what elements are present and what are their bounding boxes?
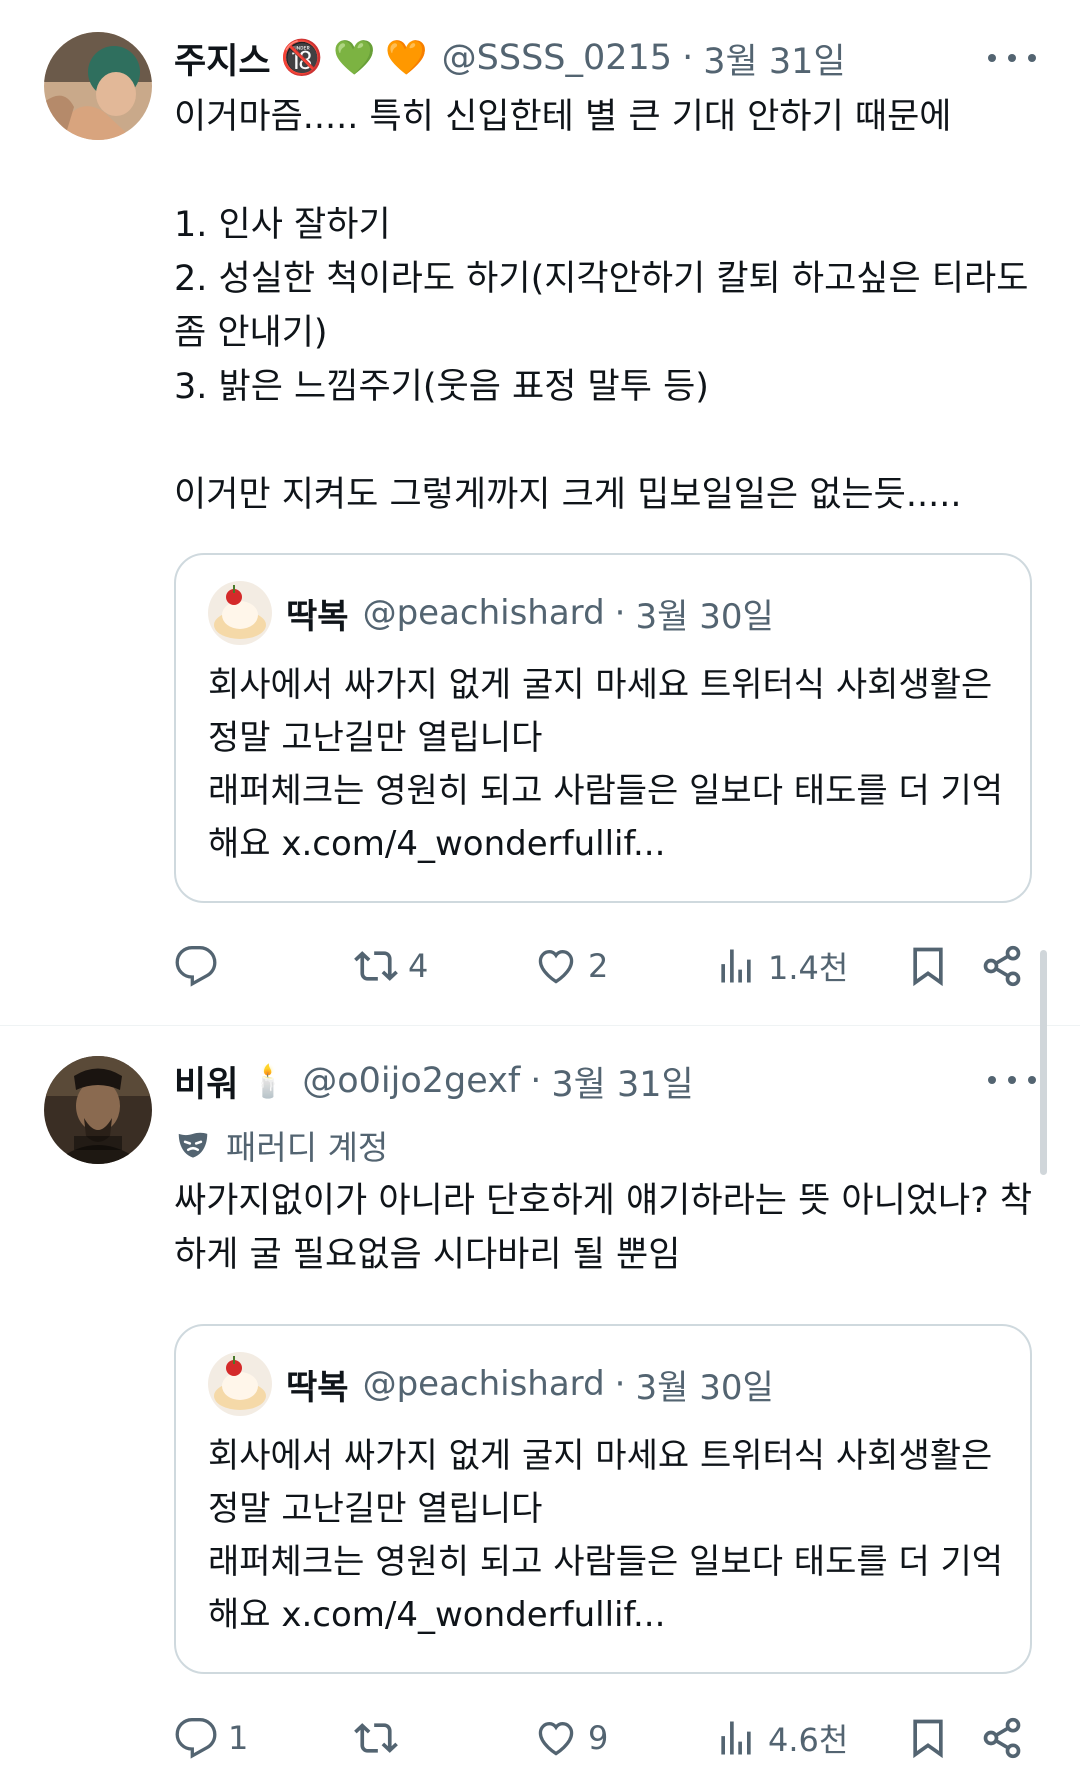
bookmark-button[interactable] [906, 1708, 950, 1768]
views-count: 1.4천 [768, 949, 849, 987]
quoted-user-handle: @peachishard [362, 593, 605, 633]
candle-emoji: 🕯️ [248, 1062, 289, 1100]
quoted-display-name: 딱복 [286, 1367, 349, 1408]
scrollbar[interactable] [1040, 950, 1047, 1175]
tweet[interactable]: 주지스 🔞 💚 🧡 @SSSS_0215 · 3월 31일 이거마즘..... … [0, 0, 1080, 1025]
reply-button[interactable] [174, 936, 228, 996]
orange-heart-emoji: 🧡 [385, 38, 428, 78]
separator-dot: · [530, 1061, 542, 1101]
share-icon [983, 945, 1021, 987]
quoted-tweet[interactable]: 딱복 @peachishard · 3월 30일 회사에서 싸가지 없게 굴지 … [174, 1324, 1032, 1674]
tweet-text: 싸가지없이가 아니라 단호하게 얘기하라는 뜻 아니었나? 착하게 굴 필요없음… [174, 1181, 1033, 1275]
quoted-tweet[interactable]: 딱복 @peachishard · 3월 30일 회사에서 싸가지 없게 굴지 … [174, 553, 1032, 903]
views-icon [721, 1721, 751, 1755]
more-icon[interactable] [988, 46, 1036, 70]
reply-count: 1 [228, 1719, 249, 1757]
retweet-button[interactable] [354, 1708, 408, 1768]
parody-label-text: 패러디 계정 [226, 1128, 389, 1167]
bookmark-button[interactable] [906, 936, 950, 996]
tweet-actions: 1 9 4.6천 [174, 1708, 1034, 1768]
quoted-tweet-header: 딱복 @peachishard · 3월 30일 [208, 1352, 774, 1416]
like-count: 9 [588, 1719, 609, 1757]
tweet-header: 주지스 🔞 💚 🧡 @SSSS_0215 · 3월 31일 [174, 33, 846, 83]
views-button[interactable]: 4.6천 [714, 1708, 848, 1768]
retweet-icon [354, 951, 398, 981]
heart-icon [538, 1722, 574, 1756]
like-button[interactable]: 9 [534, 1708, 608, 1768]
reply-button[interactable]: 1 [174, 1708, 248, 1768]
display-name[interactable]: 주지스 [174, 33, 271, 84]
separator-dot: · [614, 593, 626, 633]
parody-label: 패러디 계정 [174, 1120, 388, 1170]
views-count: 4.6천 [768, 1721, 849, 1759]
avatar[interactable] [44, 1056, 152, 1164]
user-handle[interactable]: @o0ijo2gexf [302, 1061, 520, 1101]
like-button[interactable]: 2 [534, 936, 608, 996]
share-button[interactable] [980, 1708, 1024, 1768]
reply-icon [175, 1718, 217, 1759]
views-icon [721, 949, 751, 983]
bookmark-icon [913, 947, 943, 987]
quoted-user-handle: @peachishard [362, 1364, 605, 1404]
retweet-count: 4 [408, 947, 429, 985]
quoted-avatar [208, 581, 272, 645]
quoted-tweet-date: 3월 30일 [635, 596, 774, 637]
quoted-tweet-text: 회사에서 싸가지 없게 굴지 마세요 트위터식 사회생활은 정말 고난길만 열립… [208, 1436, 1004, 1635]
tweet-date[interactable]: 3월 31일 [551, 1056, 693, 1107]
separator-dot: · [682, 38, 694, 78]
share-icon [983, 1717, 1021, 1759]
display-name[interactable]: 비워 [174, 1056, 238, 1107]
retweet-button[interactable]: 4 [354, 936, 428, 996]
tweet-text: 이거마즘..... 특히 신입한테 별 큰 기대 안하기 때문에 1. 인사 잘… [174, 97, 1029, 515]
adult-badge-emoji: 🔞 [280, 38, 323, 78]
quoted-display-name: 딱복 [286, 596, 349, 637]
tweet-date[interactable]: 3월 31일 [703, 33, 845, 84]
views-button[interactable]: 1.4천 [714, 936, 848, 996]
quoted-tweet-text: 회사에서 싸가지 없게 굴지 마세요 트위터식 사회생활은 정말 고난길만 열립… [208, 665, 1004, 864]
retweet-icon [354, 1723, 398, 1753]
share-button[interactable] [980, 936, 1024, 996]
tweet-header: 비워 🕯️ @o0ijo2gexf · 3월 31일 [174, 1056, 694, 1106]
green-heart-emoji: 💚 [332, 38, 376, 78]
quoted-tweet-header: 딱복 @peachishard · 3월 30일 [208, 581, 774, 645]
reply-icon [175, 946, 217, 987]
quoted-tweet-date: 3월 30일 [635, 1367, 774, 1408]
tweet[interactable]: 비워 🕯️ @o0ijo2gexf · 3월 31일 패러디 계정 싸가지없이가… [0, 1026, 1080, 1780]
heart-icon [538, 950, 574, 984]
avatar[interactable] [44, 32, 152, 140]
more-icon[interactable] [988, 1068, 1036, 1092]
quoted-avatar [208, 1352, 272, 1416]
tweet-actions: 4 2 1.4천 [174, 936, 1034, 996]
mask-icon [178, 1132, 208, 1158]
separator-dot: · [614, 1364, 626, 1404]
user-handle[interactable]: @SSSS_0215 [442, 38, 672, 78]
like-count: 2 [588, 947, 609, 985]
bookmark-icon [913, 1719, 943, 1759]
